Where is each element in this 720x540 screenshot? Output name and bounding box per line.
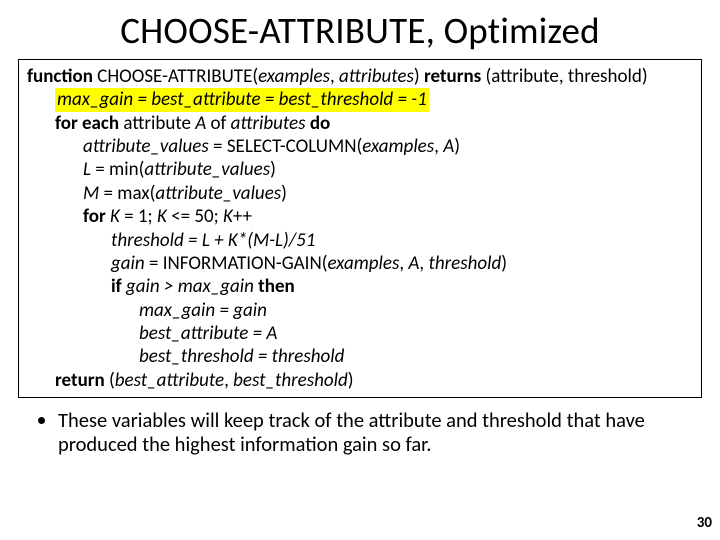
slide-title: CHOOSE-ATTRIBUTE, Optimized [18,8,702,53]
code-line-foreach: for each attribute A of attributes do [27,112,693,135]
code-line-if: if gain > max_gain then [27,275,693,298]
code-line-fork: for K = 1; K <= 50; K++ [27,205,693,228]
pseudocode-box: function CHOOSE-ATTRIBUTE(examples, attr… [18,59,702,398]
page-number: 30 [697,514,712,532]
code-line-gain: gain = INFORMATION-GAIN(examples, A, thr… [27,252,693,275]
code-line-return: return (best_attribute, best_threshold) [27,369,693,392]
code-line-min: L = min(attribute_values) [27,158,693,181]
bullet-item: These variables will keep track of the a… [58,408,702,456]
slide: CHOOSE-ATTRIBUTE, Optimized function CHO… [0,0,720,540]
code-line-setthresh: best_threshold = threshold [27,345,693,368]
code-line-setmax: max_gain = gain [27,299,693,322]
code-line-init-highlight: max_gain = best_attribute = best_thresho… [27,88,693,111]
code-line-setattr: best_attribute = A [27,322,693,345]
code-line-max: M = max(attribute_values) [27,182,693,205]
code-line-select: attribute_values = SELECT-COLUMN(example… [27,135,693,158]
bullet-list: These variables will keep track of the a… [18,408,702,456]
code-line-threshold: threshold = L + K*(M-L)/51 [27,229,693,252]
code-line-signature: function CHOOSE-ATTRIBUTE(examples, attr… [27,65,693,88]
